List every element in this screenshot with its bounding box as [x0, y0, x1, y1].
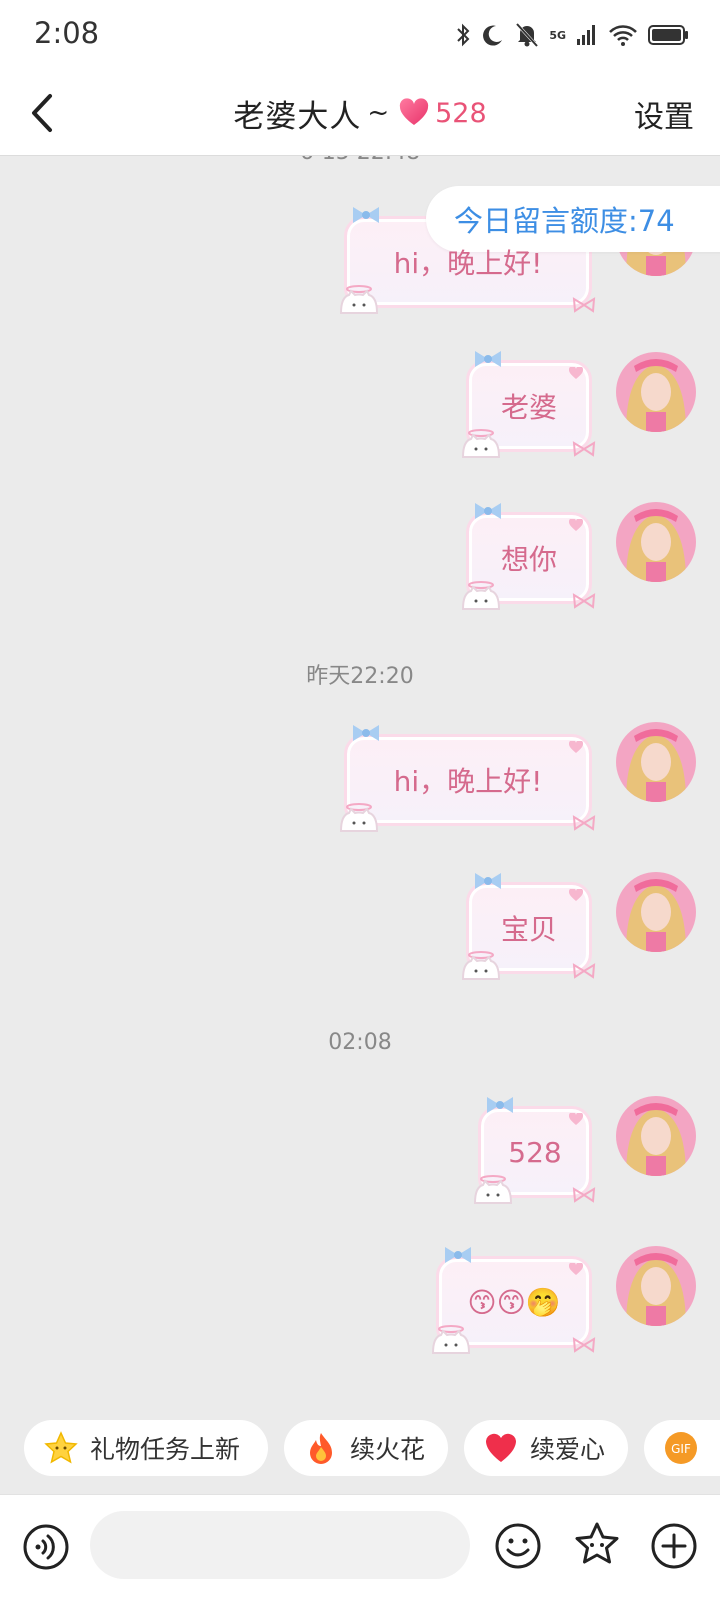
avatar[interactable]: [616, 1246, 696, 1326]
chip-label: 礼物任务上新: [90, 1435, 241, 1464]
ribbon-icon: [572, 1337, 596, 1353]
avatar-image: [616, 872, 696, 952]
bow-icon: [475, 873, 501, 889]
ribbon-icon: [572, 815, 596, 831]
mini-heart-icon: [569, 889, 583, 901]
heart-count: 528: [435, 97, 487, 129]
bow-icon: [445, 1247, 471, 1263]
sticker-star-icon[interactable]: [572, 1520, 622, 1570]
message-input[interactable]: [90, 1511, 470, 1579]
wifi-icon: [609, 25, 637, 46]
cat-icon: [339, 285, 379, 314]
avatar-image: [616, 352, 696, 432]
message-text: 528: [508, 1135, 562, 1169]
chip-label: 续火花: [350, 1435, 426, 1464]
signal-icon: [577, 25, 595, 45]
message-bubble[interactable]: 想你: [461, 503, 596, 610]
flame-icon: [310, 1433, 332, 1464]
avatar-image: [616, 1096, 696, 1176]
chat-title: 老婆大人: [233, 98, 362, 135]
message-text: 😙😙🤭: [467, 1285, 561, 1319]
avatar-image: [616, 502, 696, 582]
timestamp: 昨天22:20: [306, 664, 414, 689]
mini-heart-icon: [569, 367, 583, 379]
mini-heart-icon: [569, 519, 583, 531]
ribbon-icon: [572, 441, 596, 457]
chip-label: 续爱心: [530, 1435, 606, 1464]
ribbon-icon: [572, 963, 596, 979]
timestamp: 02:08: [328, 1030, 392, 1055]
mute-bell-icon: [516, 22, 539, 48]
message-bubble[interactable]: hi，晚上好!: [339, 725, 596, 832]
cat-icon: [461, 429, 501, 458]
cat-icon: [461, 951, 501, 980]
cat-icon: [431, 1325, 471, 1354]
heart-icon: [399, 98, 429, 125]
ribbon-icon: [572, 593, 596, 609]
status-time: 2:08: [34, 16, 100, 50]
ribbon-icon: [572, 297, 596, 313]
timestamp: 6-15 22:48: [0, 156, 720, 165]
message-bubble[interactable]: 😙😙🤭: [431, 1247, 596, 1354]
chip-streak-fire[interactable]: 续火花: [284, 1420, 448, 1476]
moon-icon: [483, 25, 503, 46]
avatar[interactable]: [616, 722, 696, 802]
settings-button[interactable]: 设置: [634, 92, 694, 136]
star-icon: [44, 1431, 78, 1464]
chip-gif[interactable]: GIF: [644, 1420, 720, 1476]
status-icons: 5G: [455, 20, 690, 50]
title-tilde: ~: [367, 98, 390, 128]
mini-heart-icon: [569, 1263, 583, 1275]
avatar[interactable]: [616, 872, 696, 952]
message-text: hi，晚上好!: [393, 765, 543, 798]
network-type: 5G: [549, 28, 566, 42]
avatar-image: [616, 1246, 696, 1326]
message-bubble[interactable]: 528: [473, 1097, 596, 1204]
message-text: 想你: [500, 543, 557, 576]
cat-icon: [339, 803, 379, 832]
message-text: 老婆: [500, 391, 557, 424]
message-text: hi，晚上好!: [393, 247, 543, 280]
chip-gift-tasks[interactable]: 礼物任务上新: [24, 1420, 268, 1476]
bow-icon: [353, 207, 379, 223]
message-bubble[interactable]: 宝贝: [461, 873, 596, 980]
chat-title-group[interactable]: 老婆大人 ~ 528: [0, 88, 720, 138]
heart-icon: [486, 1433, 516, 1462]
cat-icon: [473, 1175, 513, 1204]
chat-header: 老婆大人 ~ 528 设置: [0, 70, 720, 156]
emoji-icon[interactable]: [494, 1522, 542, 1570]
plus-icon[interactable]: [650, 1522, 698, 1570]
avatar[interactable]: [616, 1096, 696, 1176]
quick-action-bar: 礼物任务上新 续火花 续爱心 GIF: [0, 1420, 720, 1480]
avatar[interactable]: [616, 352, 696, 432]
mini-heart-icon: [569, 1113, 583, 1125]
gif-icon: GIF: [665, 1432, 697, 1464]
battery-icon: [648, 25, 688, 45]
ribbon-icon: [572, 1187, 596, 1203]
input-bar: [0, 1494, 720, 1600]
svg-text:GIF: GIF: [671, 1442, 691, 1456]
message-bubble[interactable]: 老婆: [461, 351, 596, 458]
chat-area[interactable]: 6-15 22:48 hi，晚上好! 今日留言额度:74 老婆: [0, 156, 720, 1416]
status-bar: 2:08 5G: [0, 0, 720, 70]
bow-icon: [475, 351, 501, 367]
avatar-image: [616, 722, 696, 802]
message-text: 宝贝: [500, 913, 557, 946]
bow-icon: [475, 503, 501, 519]
mini-heart-icon: [569, 741, 583, 753]
chip-streak-heart[interactable]: 续爱心: [464, 1420, 628, 1476]
bow-icon: [353, 725, 379, 741]
bluetooth-icon: [457, 23, 470, 47]
cat-icon: [461, 581, 501, 610]
avatar[interactable]: [616, 502, 696, 582]
voice-icon[interactable]: [22, 1523, 70, 1571]
bow-icon: [487, 1097, 513, 1113]
